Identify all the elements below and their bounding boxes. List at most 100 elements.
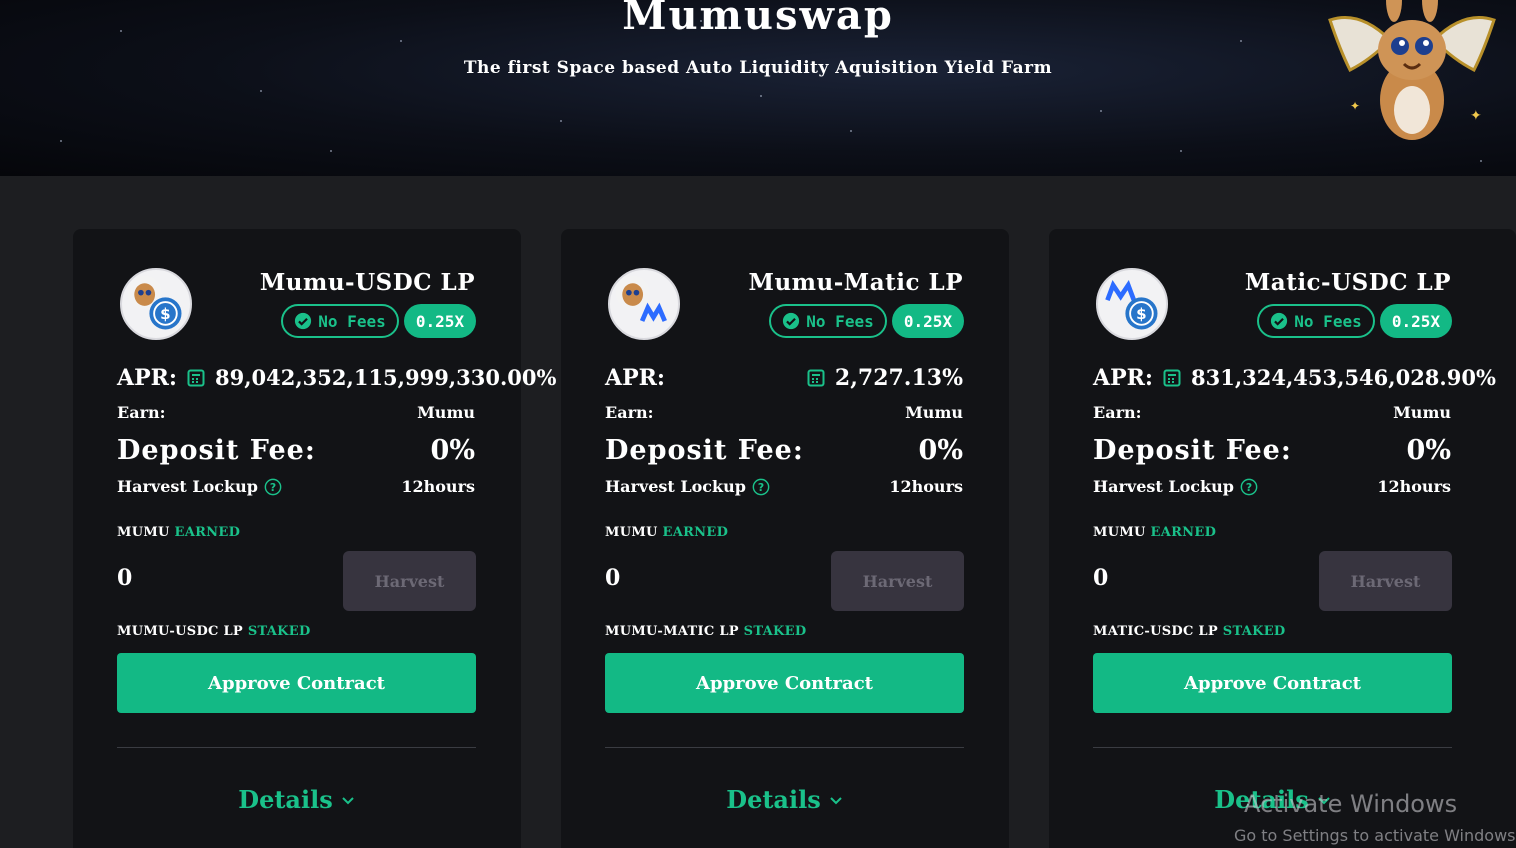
earn-value: Mumu (1393, 403, 1451, 422)
harvest-lockup-label: Harvest Lockup (117, 477, 258, 496)
earned-amount: 0 (605, 565, 621, 591)
staked-heading: MUMU-MATIC LP STAKED (605, 624, 806, 639)
approve-contract-button[interactable]: Approve Contract (605, 653, 964, 713)
earn-label: Earn: (605, 403, 654, 422)
deposit-fee-label: Deposit Fee: (1093, 435, 1292, 466)
approve-contract-button[interactable]: Approve Contract (1093, 653, 1452, 713)
harvest-lockup-row: Harvest Lockup ? (605, 477, 770, 496)
staked-heading: MATIC-USDC LP STAKED (1093, 624, 1286, 639)
question-help-icon[interactable]: ? (752, 478, 770, 496)
apr-label: APR: (1093, 365, 1154, 391)
earn-label: Earn: (117, 403, 166, 422)
details-label: Details (238, 785, 333, 814)
site-subtitle: The first Space based Auto Liquidity Aqu… (463, 58, 1053, 78)
card-divider (1093, 747, 1452, 748)
svg-text:$: $ (1136, 305, 1147, 323)
pool-title: Matic-USDC LP (1244, 269, 1451, 296)
apr-value-row: 2,727.13% (807, 365, 963, 391)
no-fees-badge: No Fees (281, 304, 399, 338)
deposit-fee-label: Deposit Fee: (605, 435, 804, 466)
harvest-lockup-value: 12hours (401, 477, 475, 496)
svg-text:?: ? (1246, 481, 1252, 494)
calculator-icon[interactable] (1163, 369, 1181, 387)
question-help-icon[interactable]: ? (1240, 478, 1258, 496)
staked-token: MUMU-USDC LP (117, 624, 244, 639)
earned-token: MUMU (1093, 525, 1146, 540)
hero-banner: Mumuswap The first Space based Auto Liqu… (0, 0, 1516, 176)
svg-text:✦: ✦ (1470, 108, 1482, 124)
apr-value: 89,042,352,115,999,330.00% (215, 365, 557, 390)
harvest-lockup-value: 12hours (889, 477, 963, 496)
farm-card-mumu-matic: Mumu-Matic LP No Fees 0.25X APR: 2,727.1… (561, 229, 1009, 848)
earn-label: Earn: (1093, 403, 1142, 422)
verified-check-icon (1271, 312, 1288, 330)
harvest-button[interactable]: Harvest (343, 551, 476, 611)
multiplier-badge: 0.25X (404, 304, 476, 338)
pool-title: Mumu-USDC LP (259, 269, 475, 296)
details-toggle[interactable]: Details (605, 785, 964, 814)
multiplier-badge: 0.25X (892, 304, 964, 338)
card-divider (117, 747, 476, 748)
deposit-fee-label: Deposit Fee: (117, 435, 316, 466)
harvest-button[interactable]: Harvest (1319, 551, 1452, 611)
earn-value: Mumu (417, 403, 475, 422)
harvest-lockup-label: Harvest Lockup (1093, 477, 1234, 496)
matic-usdc-token-logo: $ (1096, 268, 1168, 340)
apr-value-row: 831,324,453,546,028.90% (1163, 365, 1496, 390)
staked-heading: MUMU-USDC LP STAKED (117, 624, 311, 639)
apr-label: APR: (117, 365, 178, 391)
earned-heading: MUMU EARNED (1093, 525, 1216, 540)
deposit-fee-value: 0% (430, 435, 475, 466)
earned-word: EARNED (1150, 525, 1217, 540)
bunny-mascot-icon: ✦ ✦ (1328, 0, 1496, 140)
site-title: Mumuswap (622, 0, 894, 39)
earned-amount: 0 (117, 565, 133, 591)
chevron-down-icon (830, 796, 842, 804)
watermark-line1: Activate Windows (1244, 790, 1458, 818)
no-fees-label: No Fees (806, 311, 874, 331)
calculator-icon[interactable] (187, 369, 205, 387)
apr-value-row: 89,042,352,115,999,330.00% (187, 365, 556, 390)
earned-word: EARNED (662, 525, 729, 540)
no-fees-badge: No Fees (769, 304, 887, 338)
card-divider (605, 747, 964, 748)
watermark-line2: Go to Settings to activate Windows. (1234, 826, 1516, 845)
svg-text:$: $ (160, 305, 171, 323)
staked-word: STAKED (247, 624, 311, 639)
earn-value: Mumu (905, 403, 963, 422)
staked-word: STAKED (1222, 624, 1286, 639)
harvest-lockup-row: Harvest Lockup ? (1093, 477, 1258, 496)
earned-heading: MUMU EARNED (117, 525, 240, 540)
apr-value: 2,727.13% (834, 365, 963, 391)
staked-word: STAKED (743, 624, 807, 639)
mumu-usdc-token-logo: $ (120, 268, 192, 340)
question-help-icon[interactable]: ? (264, 478, 282, 496)
harvest-lockup-label: Harvest Lockup (605, 477, 746, 496)
calculator-icon[interactable] (807, 369, 825, 387)
verified-check-icon (783, 312, 800, 330)
harvest-button[interactable]: Harvest (831, 551, 964, 611)
harvest-lockup-row: Harvest Lockup ? (117, 477, 282, 496)
pool-title: Mumu-Matic LP (748, 269, 963, 296)
chevron-down-icon (342, 796, 354, 804)
mumu-matic-token-logo (608, 268, 680, 340)
earned-token: MUMU (117, 525, 170, 540)
multiplier-badge: 0.25X (1380, 304, 1452, 338)
earned-word: EARNED (174, 525, 241, 540)
details-toggle[interactable]: Details (117, 785, 476, 814)
staked-token: MATIC-USDC LP (1093, 624, 1218, 639)
no-fees-label: No Fees (1294, 311, 1362, 331)
apr-value: 831,324,453,546,028.90% (1191, 365, 1496, 390)
farm-card-mumu-usdc: $ Mumu-USDC LP No Fees 0.25X APR: 89,042… (73, 229, 556, 848)
svg-text:?: ? (758, 481, 764, 494)
earned-token: MUMU (605, 525, 658, 540)
details-label: Details (726, 785, 821, 814)
no-fees-label: No Fees (318, 311, 386, 331)
earned-heading: MUMU EARNED (605, 525, 728, 540)
harvest-lockup-value: 12hours (1377, 477, 1451, 496)
svg-text:?: ? (270, 481, 276, 494)
verified-check-icon (295, 312, 312, 330)
approve-contract-button[interactable]: Approve Contract (117, 653, 476, 713)
deposit-fee-value: 0% (1406, 435, 1451, 466)
svg-text:✦: ✦ (1350, 99, 1360, 113)
